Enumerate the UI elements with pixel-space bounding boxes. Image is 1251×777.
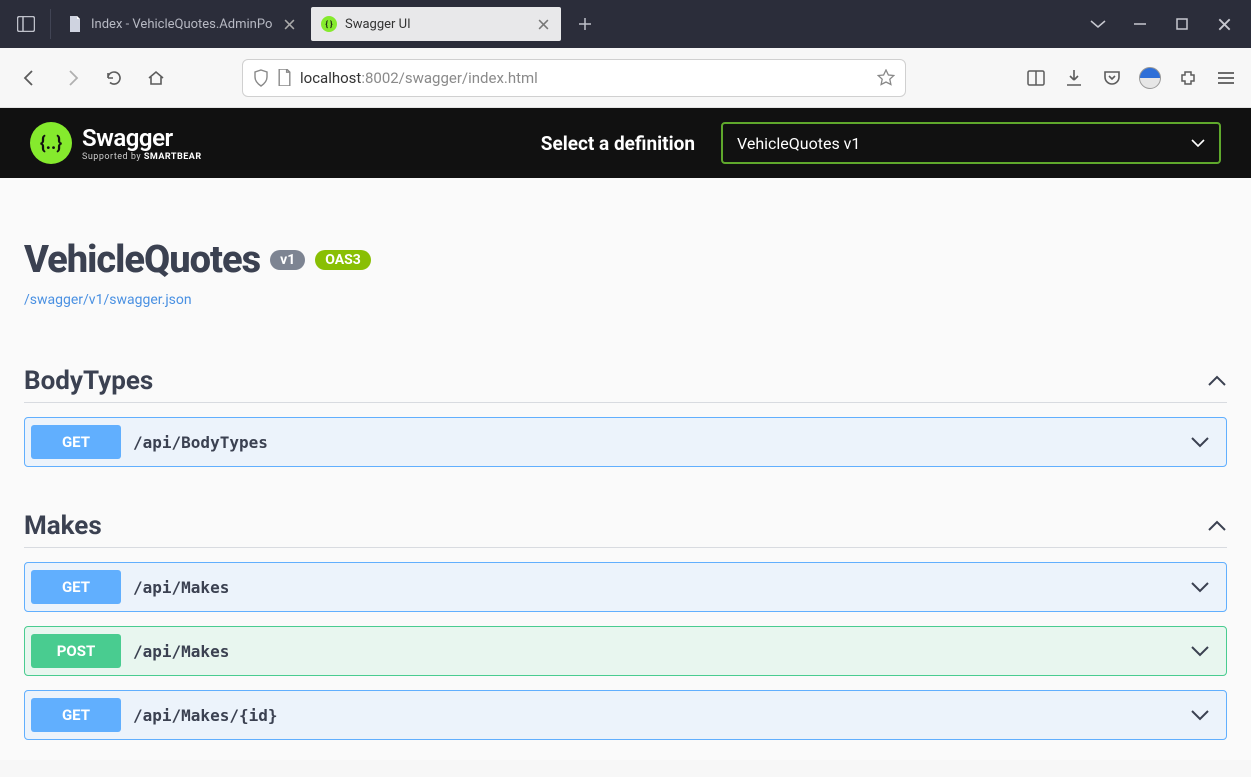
account-avatar[interactable] <box>1139 67 1161 89</box>
shield-icon[interactable] <box>253 69 269 87</box>
app-menu-icon[interactable] <box>1215 67 1237 89</box>
method-badge: GET <box>31 425 121 459</box>
downloads-icon[interactable] <box>1063 67 1085 89</box>
spec-link[interactable]: /swagger/v1/swagger.json <box>24 292 1227 308</box>
definition-label: Select a definition <box>541 132 695 155</box>
section-title: BodyTypes <box>24 366 153 396</box>
maximize-button[interactable] <box>1173 15 1191 33</box>
svg-text:{ }: { } <box>325 20 333 29</box>
definition-selected-value: VehicleQuotes v1 <box>737 134 860 153</box>
close-window-button[interactable] <box>1215 15 1233 33</box>
operation-row[interactable]: GET /api/BodyTypes <box>24 417 1227 467</box>
tab-inactive-0[interactable]: Index - VehicleQuotes.AdminPo <box>57 7 307 41</box>
chevron-down-icon <box>1180 709 1220 721</box>
tab-title: Index - VehicleQuotes.AdminPo <box>91 17 273 32</box>
chevron-up-icon <box>1207 520 1227 532</box>
nav-forward-button[interactable] <box>56 62 88 94</box>
browser-titlebar: Index - VehicleQuotes.AdminPo { } Swagge… <box>0 0 1251 48</box>
bookmark-icon[interactable] <box>877 69 895 87</box>
swagger-content: VehicleQuotes v1 OAS3 /swagger/v1/swagge… <box>0 178 1251 760</box>
nav-refresh-button[interactable] <box>98 62 130 94</box>
oas-badge: OAS3 <box>315 250 371 270</box>
operation-path: /api/Makes <box>133 578 1180 597</box>
swagger-logo-text: Swagger Supported by SMARTBEAR <box>82 124 202 162</box>
sidebar-toggle-button[interactable] <box>8 6 44 42</box>
pocket-icon[interactable] <box>1101 67 1123 89</box>
close-icon[interactable] <box>535 16 551 32</box>
chevron-down-icon <box>1191 139 1205 147</box>
nav-home-button[interactable] <box>140 62 172 94</box>
method-badge: GET <box>31 698 121 732</box>
api-header: VehicleQuotes v1 OAS3 <box>24 238 1227 282</box>
all-tabs-button[interactable] <box>1089 15 1107 33</box>
doc-icon <box>67 16 83 32</box>
section-header[interactable]: BodyTypes <box>24 366 1227 403</box>
nav-back-button[interactable] <box>14 62 46 94</box>
operation-row[interactable]: POST /api/Makes <box>24 626 1227 676</box>
chevron-down-icon <box>1180 581 1220 593</box>
swagger-topbar: {..} Swagger Supported by SMARTBEAR Sele… <box>0 108 1251 178</box>
toolbar-right <box>1025 67 1237 89</box>
section-makes: Makes GET /api/Makes POST /api/Makes GET… <box>24 511 1227 740</box>
close-icon[interactable] <box>281 16 297 32</box>
page-info-icon[interactable] <box>277 69 292 86</box>
new-tab-button[interactable] <box>569 8 601 40</box>
tab-active-1[interactable]: { } Swagger UI <box>311 7 561 41</box>
chevron-down-icon <box>1180 645 1220 657</box>
separator <box>50 9 51 39</box>
reader-view-icon[interactable] <box>1025 67 1047 89</box>
tab-title: Swagger UI <box>345 17 527 32</box>
operation-row[interactable]: GET /api/Makes/{id} <box>24 690 1227 740</box>
operation-path: /api/Makes/{id} <box>133 706 1180 725</box>
definition-select[interactable]: VehicleQuotes v1 <box>721 122 1221 164</box>
operation-path: /api/BodyTypes <box>133 433 1180 452</box>
swagger-icon: { } <box>321 16 337 32</box>
url-text: localhost:8002/swagger/index.html <box>300 69 869 87</box>
window-controls <box>1079 15 1243 33</box>
url-bar[interactable]: localhost:8002/swagger/index.html <box>242 59 906 97</box>
method-badge: GET <box>31 570 121 604</box>
browser-toolbar: localhost:8002/swagger/index.html <box>0 48 1251 108</box>
section-bodytypes: BodyTypes GET /api/BodyTypes <box>24 366 1227 467</box>
api-title: VehicleQuotes <box>24 238 260 282</box>
extensions-icon[interactable] <box>1177 67 1199 89</box>
section-title: Makes <box>24 511 102 541</box>
operation-row[interactable]: GET /api/Makes <box>24 562 1227 612</box>
method-badge: POST <box>31 634 121 668</box>
swagger-logo[interactable]: {..} Swagger Supported by SMARTBEAR <box>30 122 202 164</box>
section-header[interactable]: Makes <box>24 511 1227 548</box>
minimize-button[interactable] <box>1131 15 1149 33</box>
chevron-up-icon <box>1207 375 1227 387</box>
swagger-logo-icon: {..} <box>30 122 72 164</box>
chevron-down-icon <box>1180 436 1220 448</box>
version-badge: v1 <box>270 250 305 270</box>
operation-path: /api/Makes <box>133 642 1180 661</box>
